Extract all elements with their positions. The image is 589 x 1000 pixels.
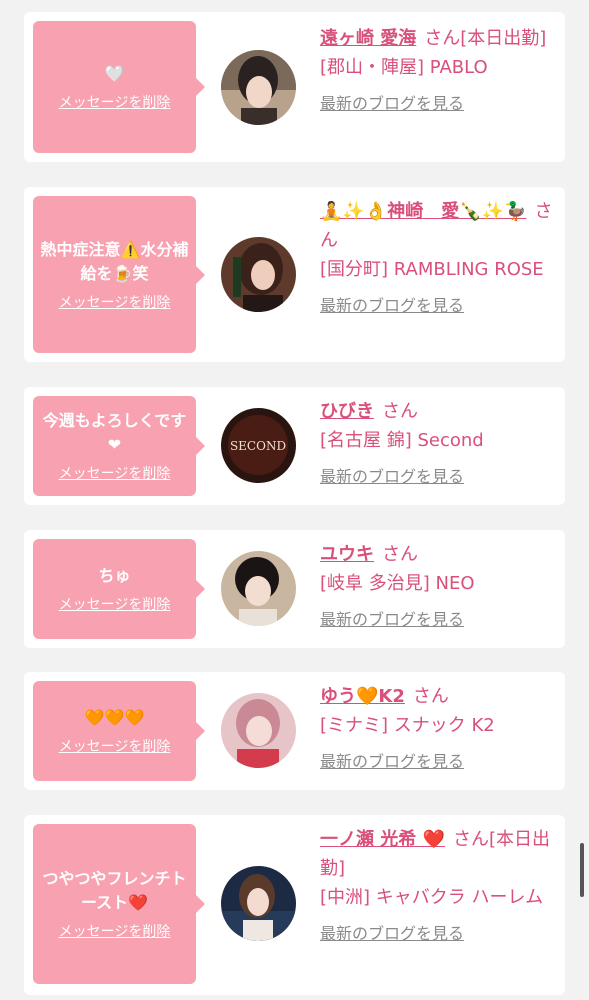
message-bubble: つやつやフレンチトースト❤️ メッセージを削除 bbox=[33, 824, 205, 984]
message-bubble: 🧡🧡🧡 メッセージを削除 bbox=[33, 681, 205, 781]
delete-message-link[interactable]: メッセージを削除 bbox=[59, 594, 171, 614]
cast-info: 遠ヶ崎 愛海 さん[本日出勤] [郡山・陣屋] PABLO 最新のブログを見る bbox=[320, 24, 556, 118]
cast-card: 🤍 メッセージを削除 遠ヶ崎 愛海 さん[本日出勤] [郡山・陣屋] PABLO … bbox=[24, 12, 565, 162]
avatar[interactable] bbox=[221, 693, 296, 768]
cast-name-link[interactable]: ひびき bbox=[320, 401, 374, 422]
message-text: 🧡🧡🧡 bbox=[84, 708, 145, 727]
shop-name: [郡山・陣屋] PABLO bbox=[320, 57, 488, 78]
delete-message-link[interactable]: メッセージを削除 bbox=[59, 292, 171, 312]
honorific-status: さん bbox=[382, 544, 418, 565]
cast-card: 🧡🧡🧡 メッセージを削除 ゆう🧡K2 さん [ミナミ] スナック K2 最新のブロ… bbox=[24, 672, 565, 790]
shop-name: [名古屋 錦] Second bbox=[320, 430, 484, 451]
cast-info: ひびき さん [名古屋 錦] Second 最新のブログを見る bbox=[320, 397, 556, 491]
message-bubble: 今週もよろしくです❤ メッセージを削除 bbox=[33, 396, 205, 496]
message-text: 熱中症注意⚠️水分補給を🍺笑 bbox=[40, 239, 189, 283]
avatar[interactable]: SECOND bbox=[221, 408, 296, 483]
honorific-status: さん[本日出勤] bbox=[424, 28, 547, 49]
avatar[interactable] bbox=[221, 50, 296, 125]
cast-info: 一ノ瀬 光希 ❤️ さん[本日出勤] [中洲] キャバクラ ハーレム 最新のブログ… bbox=[320, 825, 556, 948]
cast-card: 今週もよろしくです❤ メッセージを削除 SECOND ひびき さん [名古屋 錦]… bbox=[24, 387, 565, 505]
message-bubble: ちゅ メッセージを削除 bbox=[33, 539, 205, 639]
message-bubble: 🤍 メッセージを削除 bbox=[33, 21, 205, 153]
cast-name-link[interactable]: ゆう🧡K2 bbox=[320, 686, 405, 707]
latest-blog-link[interactable]: 最新のブログを見る bbox=[320, 291, 464, 320]
cast-info: 🧘✨👌神崎 愛🍾✨🦆 さん [国分町] RAMBLING ROSE 最新のブログを… bbox=[320, 197, 556, 320]
cast-info: ユウキ さん [岐阜 多治見] NEO 最新のブログを見る bbox=[320, 540, 556, 634]
cast-name-link[interactable]: 🧘✨👌神崎 愛🍾✨🦆 bbox=[320, 201, 526, 222]
latest-blog-link[interactable]: 最新のブログを見る bbox=[320, 919, 464, 948]
delete-message-link[interactable]: メッセージを削除 bbox=[59, 463, 171, 483]
message-text: 🤍 bbox=[104, 64, 125, 83]
shop-name: [中洲] キャバクラ ハーレム bbox=[320, 887, 544, 908]
cast-name-link[interactable]: 一ノ瀬 光希 ❤️ bbox=[320, 829, 445, 850]
cast-card: つやつやフレンチトースト❤️ メッセージを削除 一ノ瀬 光希 ❤️ さん[本日出勤… bbox=[24, 815, 565, 995]
cast-card: 熱中症注意⚠️水分補給を🍺笑 メッセージを削除 🧘✨👌神崎 愛🍾✨🦆 さん [国分… bbox=[24, 187, 565, 362]
shop-name: [岐阜 多治見] NEO bbox=[320, 573, 475, 594]
delete-message-link[interactable]: メッセージを削除 bbox=[59, 921, 171, 941]
message-bubble: 熱中症注意⚠️水分補給を🍺笑 メッセージを削除 bbox=[33, 196, 205, 353]
shop-name: [国分町] RAMBLING ROSE bbox=[320, 259, 544, 280]
delete-message-link[interactable]: メッセージを削除 bbox=[59, 92, 171, 112]
avatar[interactable] bbox=[221, 551, 296, 626]
delete-message-link[interactable]: メッセージを削除 bbox=[59, 736, 171, 756]
cast-info: ゆう🧡K2 さん [ミナミ] スナック K2 最新のブログを見る bbox=[320, 682, 556, 776]
avatar-logo-text: SECOND bbox=[230, 439, 286, 453]
honorific-status: さん bbox=[382, 401, 418, 422]
latest-blog-link[interactable]: 最新のブログを見る bbox=[320, 462, 464, 491]
shop-name: [ミナミ] スナック K2 bbox=[320, 715, 495, 736]
cast-name-link[interactable]: 遠ヶ崎 愛海 bbox=[320, 28, 416, 49]
avatar[interactable] bbox=[221, 866, 296, 941]
scrollbar-thumb[interactable] bbox=[580, 843, 584, 897]
latest-blog-link[interactable]: 最新のブログを見る bbox=[320, 89, 464, 118]
avatar[interactable] bbox=[221, 237, 296, 312]
cast-card: ちゅ メッセージを削除 ユウキ さん [岐阜 多治見] NEO 最新のブログを見る bbox=[24, 530, 565, 648]
latest-blog-link[interactable]: 最新のブログを見る bbox=[320, 747, 464, 776]
cast-name-link[interactable]: ユウキ bbox=[320, 544, 374, 565]
message-text: ちゅ bbox=[98, 566, 131, 585]
message-text: 今週もよろしくです❤ bbox=[42, 411, 187, 454]
message-text: つやつやフレンチトースト❤️ bbox=[42, 869, 187, 912]
honorific-status: さん bbox=[412, 686, 449, 707]
latest-blog-link[interactable]: 最新のブログを見る bbox=[320, 605, 464, 634]
